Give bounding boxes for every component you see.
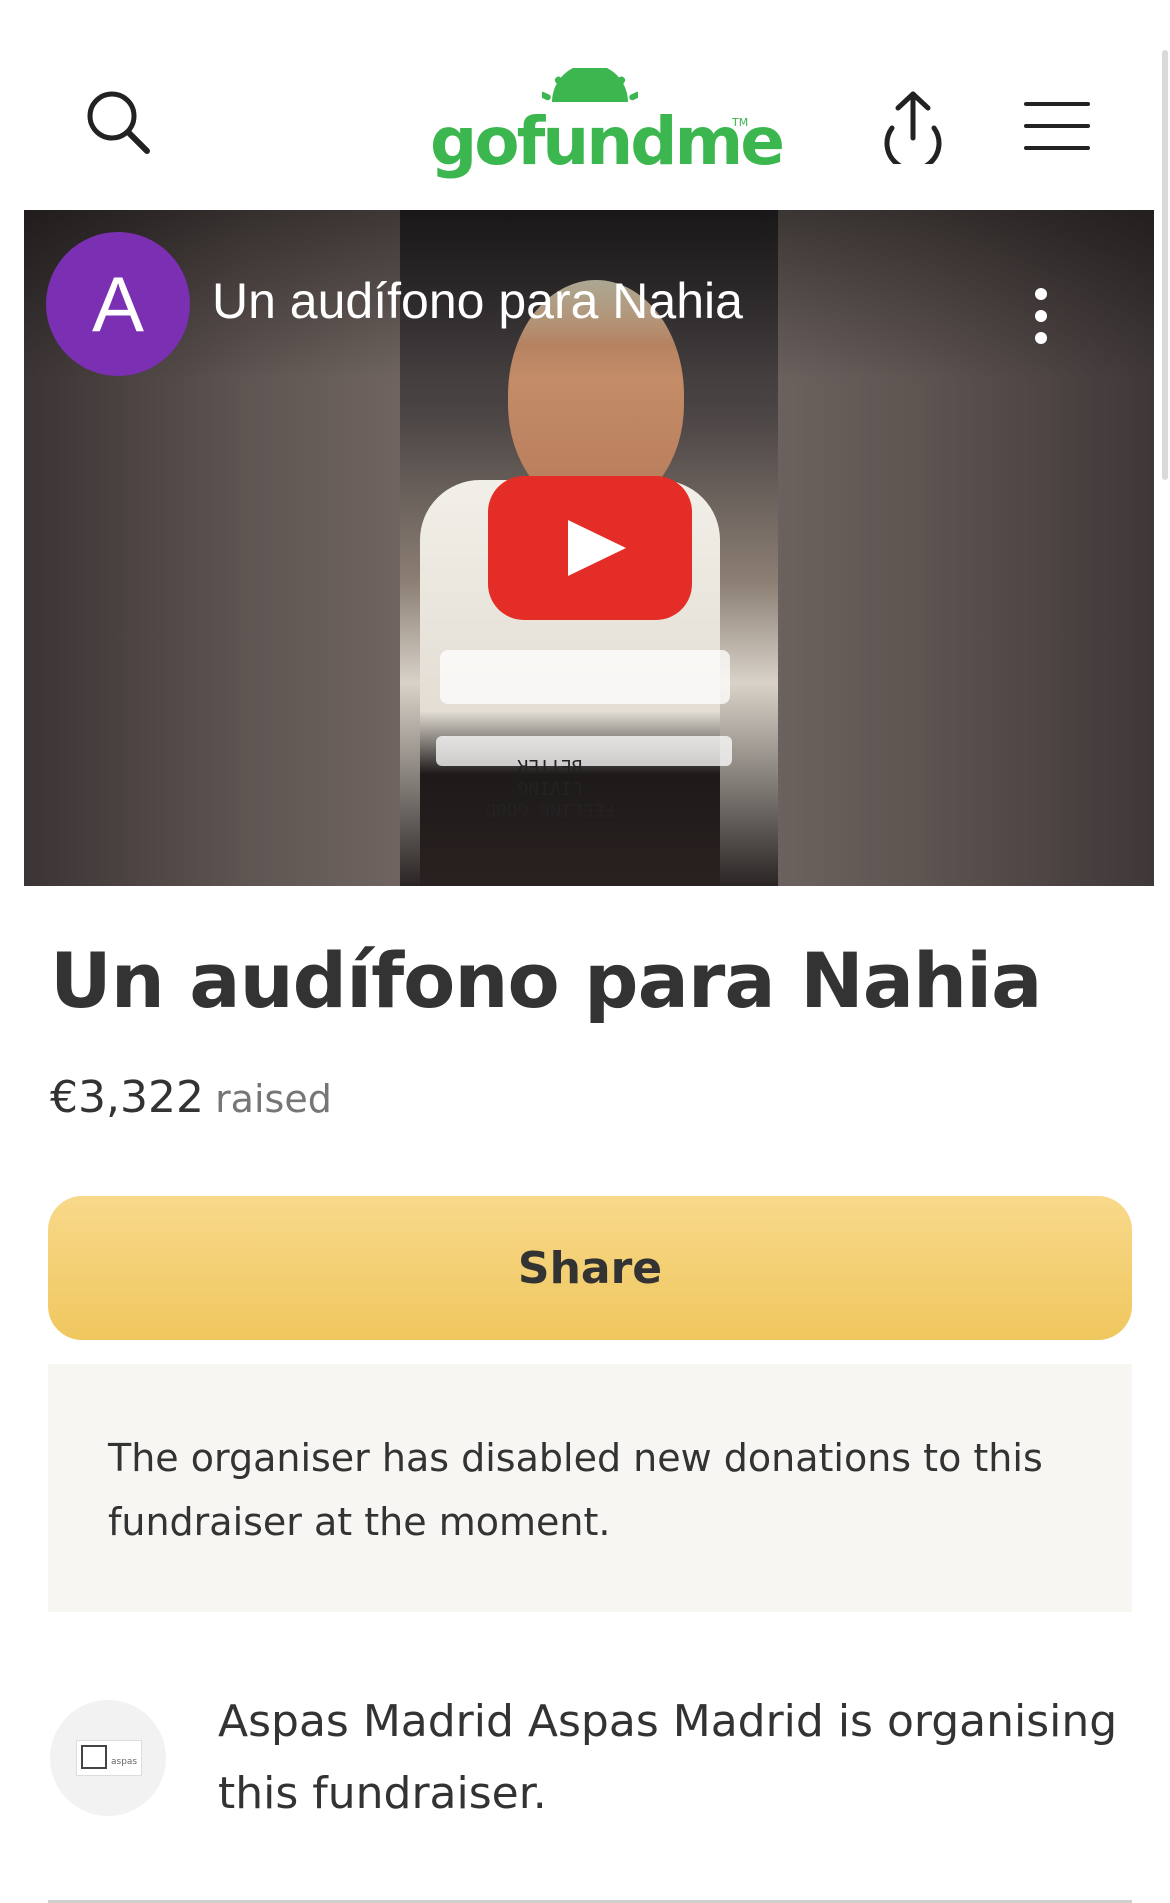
raised-amount: €3,322 [50, 1072, 204, 1123]
more-vertical-icon[interactable] [1030, 286, 1052, 346]
raised-label: raised [215, 1077, 332, 1121]
logo-trademark: TM [732, 116, 749, 129]
campaign-video[interactable]: FEELING GOOD LIVING BETTER A Un audífono… [24, 210, 1154, 886]
youtube-play-button[interactable] [488, 476, 692, 620]
organiser-text: Aspas Madrid Aspas Madrid is organising … [218, 1696, 1118, 1819]
search-button[interactable] [84, 88, 154, 158]
organiser-logo-text: aspas [111, 1757, 138, 1767]
hamburger-menu-icon [1024, 102, 1090, 150]
organiser-logo-mark [81, 1745, 107, 1769]
shirt-print-line: FEELING GOOD [484, 799, 616, 820]
logo-sun-icon [542, 68, 638, 102]
hamburger-menu-button[interactable] [1024, 100, 1090, 152]
notice-text: The organiser has disabled new donations… [108, 1436, 1043, 1544]
organiser-avatar[interactable]: aspas [50, 1700, 166, 1816]
raised-summary: €3,322 raised [50, 1072, 332, 1123]
video-title[interactable]: Un audífono para Nahia [212, 272, 743, 330]
campaign-title: Un audífono para Nahia [50, 936, 1042, 1025]
donations-disabled-notice: The organiser has disabled new donations… [48, 1364, 1132, 1612]
logo-text: gofundme [430, 103, 785, 180]
gofundme-logo[interactable]: gofundme TM [430, 68, 785, 186]
share-upload-button[interactable] [878, 88, 948, 172]
video-sticker-bar [440, 650, 730, 704]
channel-avatar[interactable]: A [46, 232, 190, 376]
organiser-logo: aspas [76, 1740, 142, 1776]
search-icon [87, 91, 150, 154]
shirt-print: FEELING GOOD LIVING BETTER [480, 755, 620, 820]
top-header: gofundme TM [0, 0, 1170, 210]
share-button[interactable]: Share [48, 1196, 1132, 1340]
shirt-print-line: LIVING BETTER [517, 755, 583, 798]
share-upload-icon [884, 91, 942, 172]
